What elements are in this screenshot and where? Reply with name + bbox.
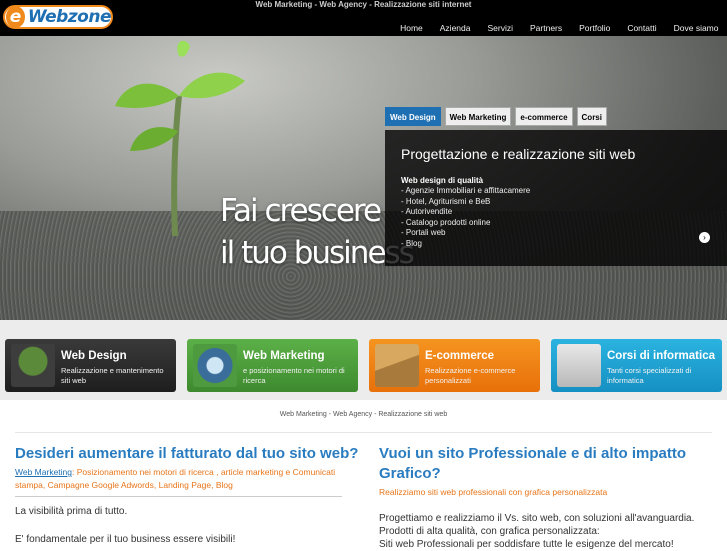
nav-azienda[interactable]: Azienda bbox=[431, 22, 479, 34]
left-paragraph-2: E' fondamentale per il tuo business esse… bbox=[15, 534, 236, 545]
nav-home[interactable]: Home bbox=[392, 22, 432, 34]
divider bbox=[15, 432, 712, 433]
tab-corsi[interactable]: Corsi bbox=[576, 107, 607, 126]
nav-portfolio[interactable]: Portfolio bbox=[571, 22, 619, 34]
service-desc: Tanti corsi specializzati di informatica bbox=[607, 366, 692, 385]
service-card-ecommerce[interactable]: E-commerce Realizzazione e-commerce pers… bbox=[369, 339, 540, 392]
panel-item: - Portali web bbox=[401, 228, 446, 238]
top-bar: e Webzone Web Marketing - Web Agency - R… bbox=[0, 0, 727, 36]
service-title: Corsi di informatica bbox=[607, 350, 715, 362]
service-title: E-commerce bbox=[425, 350, 495, 362]
service-card-web-design[interactable]: Web Design Realizzazione e mantenimento … bbox=[5, 339, 176, 392]
left-heading: Desideri aumentare il fatturato dal tuo … bbox=[15, 445, 359, 462]
left-divider bbox=[15, 496, 342, 497]
service-title: Web Design bbox=[61, 350, 127, 362]
right-tagline: Realizziamo siti web professionali con g… bbox=[379, 487, 608, 497]
panel-subtitle: Web design di qualità bbox=[401, 176, 484, 185]
computer-icon bbox=[557, 344, 601, 387]
panel-item: - Agenzie Immobiliari e affittacamere bbox=[401, 186, 531, 195]
nav-contatti[interactable]: Contatti bbox=[619, 22, 665, 34]
service-desc: Realizzazione e-commerce personalizzati bbox=[425, 366, 516, 385]
nav-dove-siamo[interactable]: Dove siamo bbox=[665, 22, 727, 34]
next-arrow-icon[interactable]: › bbox=[699, 232, 710, 243]
panel-item: - Catalogo prodotti online bbox=[401, 217, 491, 227]
bonsai-icon bbox=[11, 344, 55, 387]
left-paragraph-1: La visibilità prima di tutto. bbox=[15, 506, 128, 517]
panel-title: Progettazione e realizzazione siti web bbox=[401, 146, 636, 162]
service-title: Web Marketing bbox=[243, 350, 325, 362]
hero-panel: Progettazione e realizzazione siti web W… bbox=[385, 130, 727, 266]
right-paragraph-1: Progettiamo e realizziamo il Vs. sito we… bbox=[379, 513, 695, 524]
panel-item: - Blog bbox=[401, 238, 422, 248]
nav-partners[interactable]: Partners bbox=[522, 22, 571, 34]
box-icon bbox=[375, 344, 419, 387]
logo-text: Webzone bbox=[27, 7, 112, 27]
globe-icon bbox=[193, 344, 237, 387]
tab-e-commerce[interactable]: e-commerce bbox=[515, 107, 573, 126]
hero-line1: Fai crescere bbox=[220, 193, 382, 229]
right-paragraph-2: Prodotti di alta qualità, con grafica pe… bbox=[379, 526, 600, 537]
service-card-corsi[interactable]: Corsi di informatica Tanti corsi special… bbox=[551, 339, 722, 392]
tab-web-design[interactable]: Web Design bbox=[385, 107, 441, 126]
nav-servizi[interactable]: Servizi bbox=[479, 22, 522, 34]
service-desc: Realizzazione e mantenimento siti web bbox=[61, 366, 164, 385]
tab-web-marketing[interactable]: Web Marketing bbox=[444, 107, 512, 126]
hero-line2: il tuo business bbox=[220, 235, 415, 271]
top-tagline: Web Marketing - Web Agency - Realizzazio… bbox=[255, 0, 472, 9]
panel-item: - Autorivendite bbox=[401, 207, 453, 217]
panel-item: - Hotel, Agriturismi e BeB bbox=[401, 196, 491, 206]
web-marketing-link[interactable]: Web Marketing bbox=[15, 467, 72, 477]
content-subhead: Web Marketing - Web Agency - Realizzazio… bbox=[279, 411, 448, 418]
service-desc: e posizionamento nei motori di ricerca bbox=[243, 366, 345, 385]
main-nav: Home Azienda Servizi Partners Portfolio … bbox=[392, 22, 727, 34]
left-links: Web Marketing: Posizionamento nei motori… bbox=[15, 466, 355, 491]
hero-tabs: Web Design Web Marketing e-commerce Cors… bbox=[385, 107, 607, 126]
panel-list: - Agenzie Immobiliari e affittacamere - … bbox=[401, 186, 727, 250]
right-heading: Vuoi un sito Professionale e di alto imp… bbox=[379, 445, 686, 482]
service-card-web-marketing[interactable]: Web Marketing e posizionamento nei motor… bbox=[187, 339, 358, 392]
